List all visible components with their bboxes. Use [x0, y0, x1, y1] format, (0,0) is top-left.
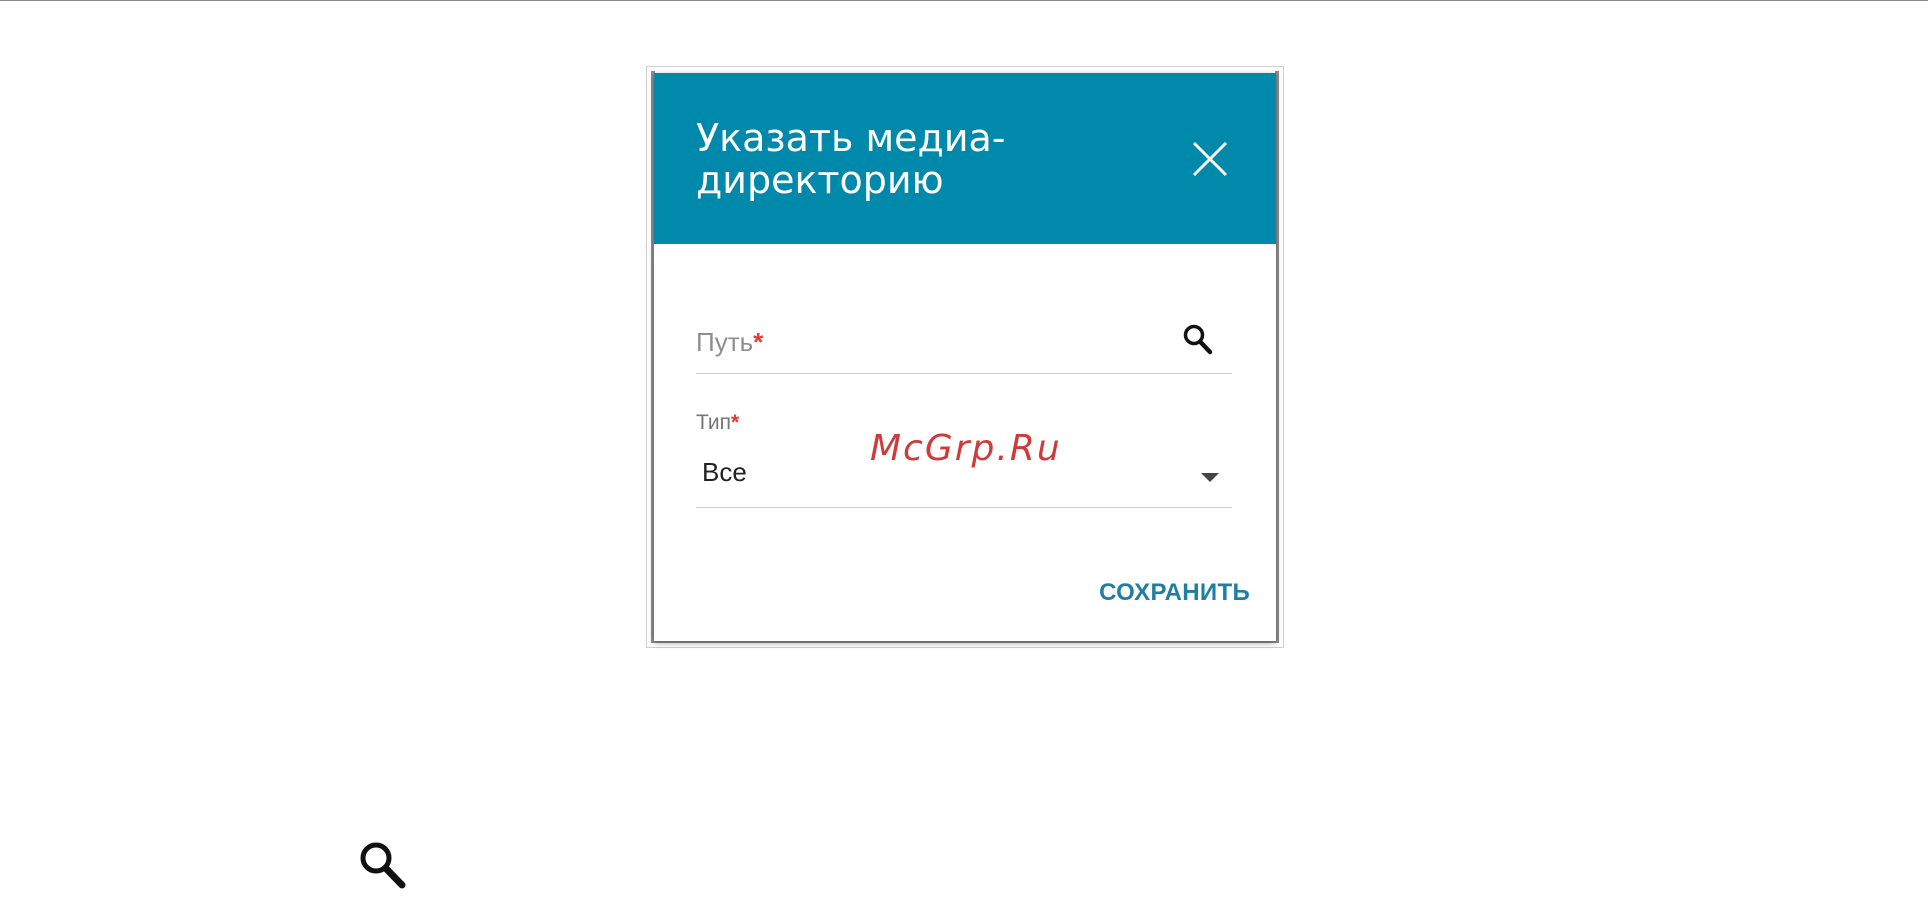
close-icon[interactable] — [1190, 139, 1230, 179]
dialog-title: Указать медиа-директорию — [696, 116, 1006, 202]
search-icon[interactable] — [1182, 323, 1214, 357]
type-value: Все — [702, 457, 747, 487]
type-label: Тип* — [696, 411, 740, 434]
path-placeholder: Путь* — [696, 327, 764, 357]
search-icon — [357, 839, 409, 891]
document-page: Указать медиа-директорию Путь* Тип* Все — [0, 0, 1928, 899]
save-button[interactable]: СОХРАНИТЬ — [1090, 579, 1250, 615]
top-divider — [0, 0, 1928, 1]
dropdown-arrow-icon[interactable] — [1200, 469, 1220, 482]
media-directory-dialog: Указать медиа-директорию Путь* Тип* Все — [654, 73, 1276, 641]
path-field[interactable]: Путь* — [696, 313, 1232, 374]
required-asterisk: * — [753, 327, 764, 357]
required-asterisk: * — [731, 411, 740, 434]
dialog-header: Указать медиа-директорию — [654, 73, 1276, 244]
watermark-logo: McGrp.Ru — [870, 428, 1062, 469]
